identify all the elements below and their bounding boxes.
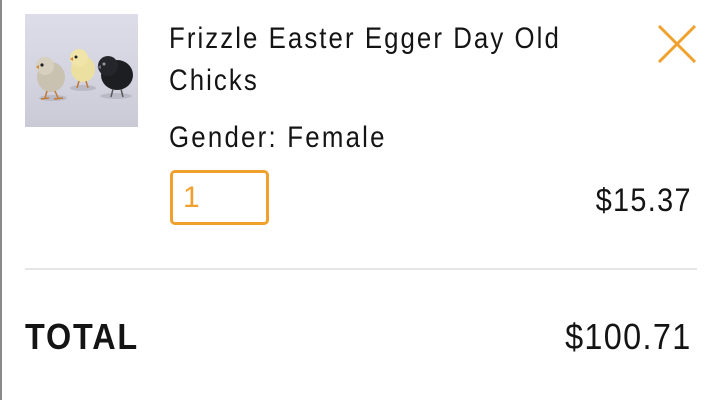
product-image[interactable] xyxy=(25,14,138,127)
total-value: $100.71 xyxy=(565,316,692,357)
close-icon xyxy=(657,24,697,64)
panel-left-border xyxy=(0,0,2,400)
quantity-input[interactable] xyxy=(170,170,269,225)
remove-item-button[interactable] xyxy=(655,22,699,66)
product-variant: Gender: Female xyxy=(169,121,387,154)
divider xyxy=(25,268,697,270)
total-label: TOTAL xyxy=(25,316,139,357)
product-title[interactable]: Frizzle Easter Egger Day Old Chicks xyxy=(169,18,565,102)
chicks-illustration xyxy=(36,49,133,101)
item-price: $15.37 xyxy=(595,182,692,218)
